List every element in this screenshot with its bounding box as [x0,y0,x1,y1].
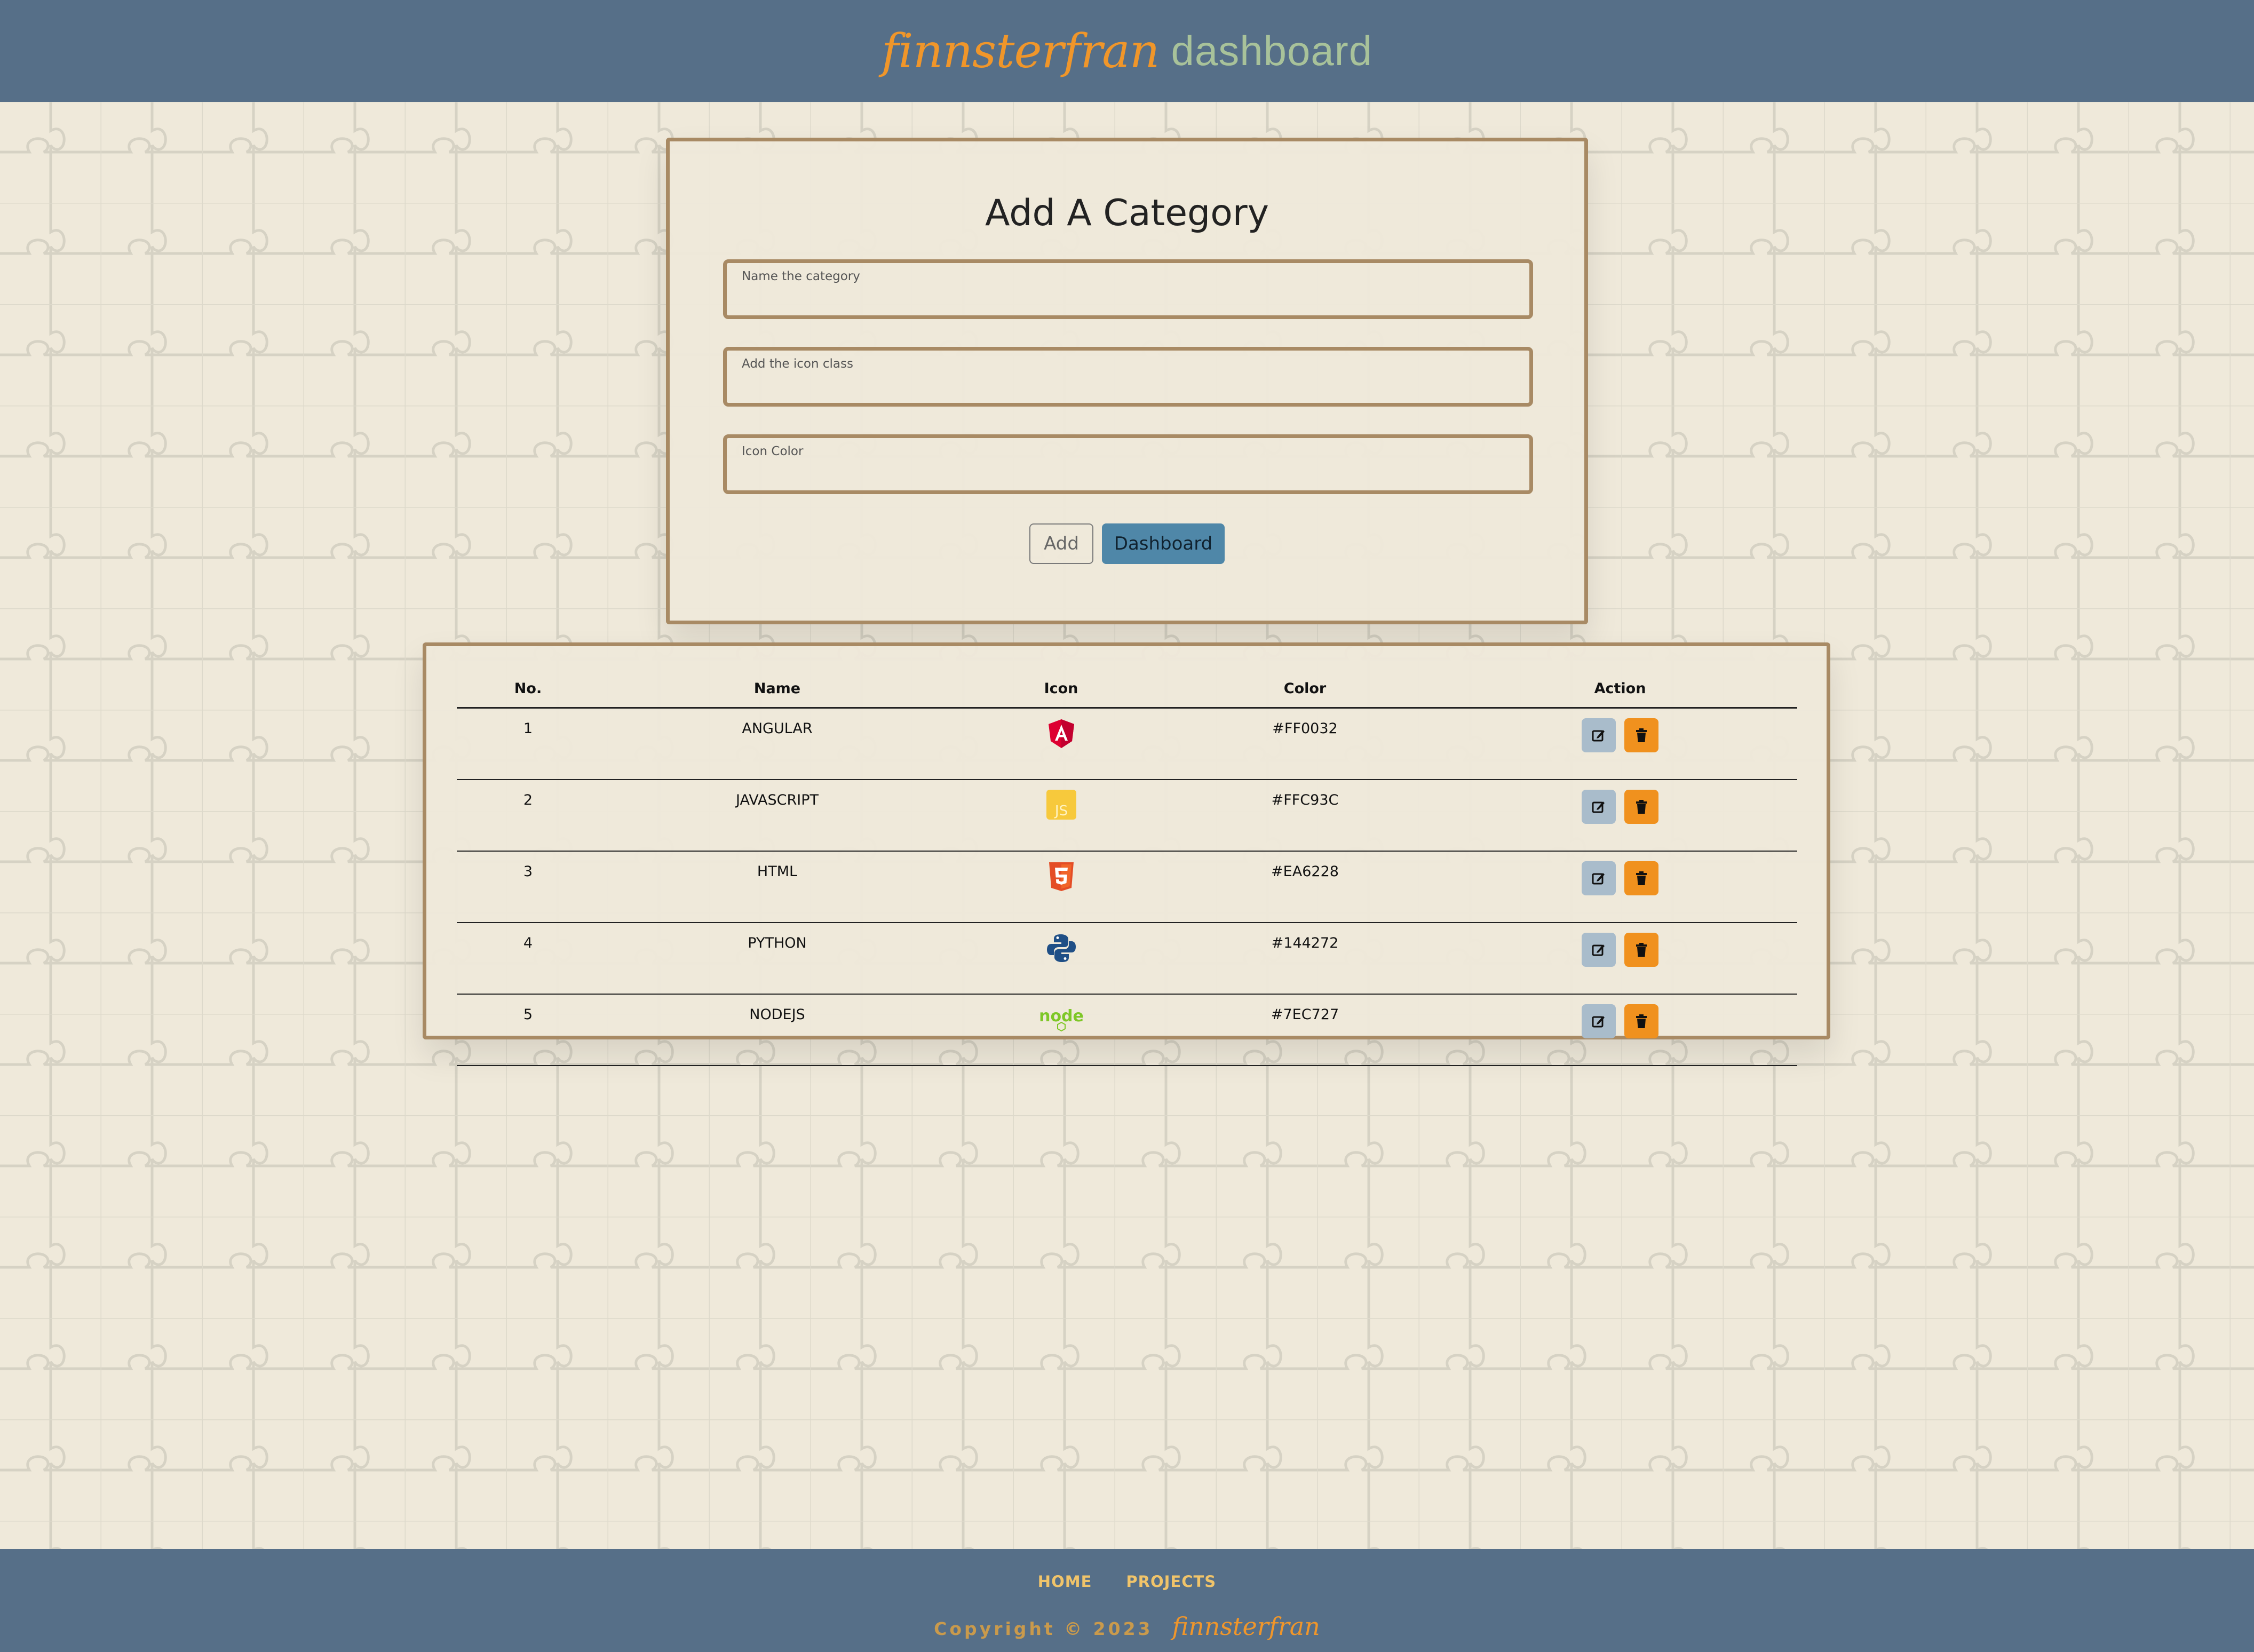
form-title: Add A Category [985,192,1269,234]
footer-copyright: Copyright © 2023 finnsterfran [0,1612,2254,1641]
edit-button[interactable] [1582,1004,1616,1038]
table-row: 4 PYTHON #144272 [457,923,1797,995]
row-name: HTML [599,851,955,923]
edit-button[interactable] [1582,933,1616,967]
icon-color-field[interactable]: Icon Color [723,434,1533,494]
row-color: #EA6228 [1167,851,1443,923]
row-name: JAVASCRIPT [599,780,955,852]
trash-icon [1636,800,1647,814]
categories-table-card: No. Name Icon Color Action 1 ANGULAR #FF… [423,642,1830,1066]
page-footer: HOME PROJECTS Copyright © 2023 finnsterf… [0,1549,2254,1652]
table-row: 3 HTML #EA6228 [457,851,1797,923]
trash-icon [1636,943,1647,957]
add-category-card: Add A Category Name the category Add the… [666,138,1588,624]
brand-logo-script[interactable]: finnsterfran [882,23,1160,78]
edit-icon [1592,944,1605,956]
table-row: 2 JAVASCRIPT JS #FFC93C [457,780,1797,852]
row-number: 2 [457,780,599,852]
footer-nav: HOME PROJECTS [0,1572,2254,1591]
delete-button[interactable] [1624,933,1658,967]
brand-dashboard-word: dashboard [1171,27,1373,74]
edit-button[interactable] [1582,718,1616,752]
table-header-row: No. Name Icon Color Action [457,670,1797,709]
footer-link-projects[interactable]: PROJECTS [1126,1572,1216,1591]
angular-icon [1048,719,1074,748]
header-no: No. [457,670,599,709]
row-number: 3 [457,851,599,923]
html5-icon [1049,862,1074,891]
icon-class-label: Add the icon class [742,357,853,371]
icon-class-field[interactable]: Add the icon class [723,347,1533,407]
category-name-label: Name the category [742,269,860,283]
footer-link-home[interactable]: HOME [1038,1572,1092,1591]
row-color: #FF0032 [1167,708,1443,780]
icon-color-input[interactable] [742,459,1514,485]
add-button[interactable]: Add [1029,523,1093,564]
category-name-input[interactable] [742,284,1514,310]
icon-class-input[interactable] [742,372,1514,398]
delete-button[interactable] [1624,718,1658,752]
trash-icon [1636,1014,1647,1028]
python-icon [1046,934,1076,962]
row-color: #144272 [1167,923,1443,995]
top-header: finnsterfran dashboard [0,0,2254,102]
category-name-field[interactable]: Name the category [723,259,1533,319]
edit-icon [1592,730,1605,742]
header-icon: Icon [955,670,1167,709]
edit-icon [1592,1016,1605,1028]
dashboard-button[interactable]: Dashboard [1102,523,1225,564]
trash-icon [1636,728,1647,742]
row-color: #FFC93C [1167,780,1443,852]
categories-table: No. Name Icon Color Action 1 ANGULAR #FF… [457,670,1797,1066]
header-name: Name [599,670,955,709]
row-color: #7EC727 [1167,994,1443,1066]
table-row: 1 ANGULAR #FF0032 [457,708,1797,780]
icon-color-label: Icon Color [742,444,804,458]
form-buttons: Add Dashboard [670,523,1584,564]
javascript-icon: JS [1046,790,1076,820]
footer-brand-script: finnsterfran [1172,1612,1320,1641]
copyright-text: Copyright © 2023 [934,1618,1153,1639]
delete-button[interactable] [1624,861,1658,895]
table-row: 5 NODEJS node #7EC727 [457,994,1797,1066]
header-action: Action [1443,670,1797,709]
row-name: PYTHON [599,923,955,995]
edit-icon [1592,873,1605,885]
row-number: 5 [457,994,599,1066]
svg-text:JS: JS [1053,803,1067,819]
edit-icon [1592,801,1605,813]
nodejs-icon: node [1039,1007,1083,1032]
edit-button[interactable] [1582,790,1616,824]
row-number: 1 [457,708,599,780]
edit-button[interactable] [1582,861,1616,895]
delete-button[interactable] [1624,790,1658,824]
row-number: 4 [457,923,599,995]
trash-icon [1636,871,1647,885]
row-name: NODEJS [599,994,955,1066]
row-name: ANGULAR [599,708,955,780]
delete-button[interactable] [1624,1004,1658,1038]
header-color: Color [1167,670,1443,709]
